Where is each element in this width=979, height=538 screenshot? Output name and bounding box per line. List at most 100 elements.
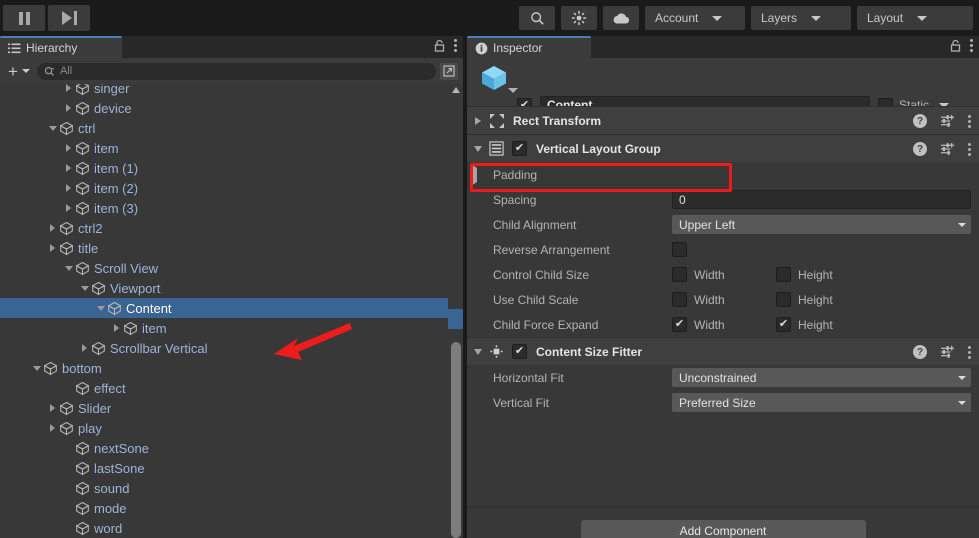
add-gameobject-button[interactable]: +: [5, 63, 33, 80]
account-dropdown[interactable]: Account: [645, 6, 745, 30]
control-child-size-height-toggle[interactable]: Height: [776, 267, 833, 282]
hierarchy-item-lastsone[interactable]: lastSone: [0, 458, 463, 478]
hierarchy-item-singer[interactable]: singer: [0, 84, 463, 98]
spacing-input[interactable]: 0: [672, 190, 971, 209]
component-enabled-checkbox[interactable]: [512, 344, 527, 359]
lock-icon[interactable]: [434, 39, 445, 52]
add-component-button[interactable]: Add Component: [580, 520, 866, 538]
child-force-expand-width-toggle[interactable]: Width: [672, 317, 776, 332]
hierarchy-item-nextsone[interactable]: nextSone: [0, 438, 463, 458]
reverse-arrangement-checkbox[interactable]: [672, 242, 687, 257]
help-icon[interactable]: ?: [913, 345, 927, 359]
lock-icon[interactable]: [950, 39, 961, 52]
tree-twisty[interactable]: [46, 125, 59, 131]
pause-button[interactable]: [3, 5, 45, 31]
tab-hierarchy[interactable]: Hierarchy: [0, 36, 122, 58]
tree-twisty[interactable]: [62, 84, 75, 92]
hierarchy-item-viewport[interactable]: Viewport: [0, 278, 463, 298]
component-foldout[interactable]: [467, 145, 489, 152]
hierarchy-item-slider[interactable]: Slider: [0, 398, 463, 418]
padding-foldout[interactable]: [471, 163, 477, 186]
hierarchy-scrollbar-thumb[interactable]: [451, 342, 461, 538]
help-icon[interactable]: ?: [913, 142, 927, 156]
hierarchy-item-ctrl[interactable]: ctrl: [0, 118, 463, 138]
services-button[interactable]: [561, 6, 597, 30]
tree-twisty[interactable]: [110, 324, 123, 332]
hierarchy-search-input[interactable]: All: [36, 62, 436, 80]
hierarchy-item-scroll-view[interactable]: Scroll View: [0, 258, 463, 278]
tree-twisty[interactable]: [62, 204, 75, 212]
hierarchy-menu-icon[interactable]: [454, 39, 457, 52]
hierarchy-item-scrollbar-vertical[interactable]: Scrollbar Vertical: [0, 338, 463, 358]
hierarchy-item-title[interactable]: title: [0, 238, 463, 258]
use-child-scale-width-checkbox[interactable]: [672, 292, 687, 307]
tree-twisty[interactable]: [62, 265, 75, 271]
gameobject-icon: [75, 84, 91, 96]
hierarchy-item-item-2[interactable]: item (2): [0, 178, 463, 198]
scene-picker-button[interactable]: [440, 62, 458, 80]
tree-twisty[interactable]: [94, 305, 107, 311]
tree-twisty[interactable]: [46, 404, 59, 412]
component-foldout[interactable]: [467, 348, 489, 355]
hierarchy-item-item-3[interactable]: item (3): [0, 198, 463, 218]
tree-twisty[interactable]: [62, 104, 75, 112]
gameobject-caret-icon[interactable]: [508, 88, 518, 93]
control-child-size-height-checkbox[interactable]: [776, 267, 791, 282]
tree-twisty[interactable]: [78, 285, 91, 291]
component-header-rect-transform[interactable]: Rect Transform?: [467, 106, 979, 134]
hierarchy-scrollbar[interactable]: [448, 84, 463, 538]
scroll-up-icon[interactable]: [452, 87, 460, 93]
layers-dropdown[interactable]: Layers: [751, 6, 851, 30]
tree-twisty[interactable]: [78, 344, 91, 352]
tree-twisty[interactable]: [30, 365, 43, 371]
horizontal-fit-dropdown[interactable]: Unconstrained: [672, 368, 971, 387]
tree-twisty[interactable]: [46, 424, 59, 432]
control-child-size-width-toggle[interactable]: Width: [672, 267, 776, 282]
hierarchy-item-content[interactable]: Content: [0, 298, 463, 318]
hierarchy-item-play[interactable]: play: [0, 418, 463, 438]
cloud-button[interactable]: [603, 6, 639, 30]
inspector-menu-icon[interactable]: [970, 39, 973, 52]
hierarchy-item-item-1[interactable]: item (1): [0, 158, 463, 178]
use-child-scale-width-toggle[interactable]: Width: [672, 292, 776, 307]
preset-icon[interactable]: [940, 345, 955, 359]
tree-twisty[interactable]: [62, 184, 75, 192]
component-header-vertical-layout-group[interactable]: Vertical Layout Group?: [467, 134, 979, 162]
hierarchy-item-ctrl2[interactable]: ctrl2: [0, 218, 463, 238]
component-foldout[interactable]: [467, 116, 489, 125]
component-menu-icon[interactable]: [968, 345, 971, 359]
help-icon[interactable]: ?: [913, 114, 927, 128]
hierarchy-tree[interactable]: singer device ctrl item item (1) item (2) item…: [0, 84, 463, 538]
child-force-expand-height-checkbox[interactable]: [776, 317, 791, 332]
tree-twisty[interactable]: [46, 224, 59, 232]
use-child-scale-height-checkbox[interactable]: [776, 292, 791, 307]
component-menu-icon[interactable]: [968, 142, 971, 156]
step-button[interactable]: [48, 5, 90, 31]
tree-twisty[interactable]: [62, 164, 75, 172]
preset-icon[interactable]: [940, 142, 955, 156]
child-force-expand-height-toggle[interactable]: Height: [776, 317, 833, 332]
tree-twisty[interactable]: [62, 144, 75, 152]
hierarchy-item-word[interactable]: word: [0, 518, 463, 538]
use-child-scale-height-toggle[interactable]: Height: [776, 292, 833, 307]
hierarchy-item-bottom[interactable]: bottom: [0, 358, 463, 378]
component-menu-icon[interactable]: [968, 114, 971, 128]
step-icon: [61, 11, 77, 25]
tab-inspector[interactable]: Inspector: [467, 36, 591, 58]
search-button[interactable]: [519, 6, 555, 30]
hierarchy-item-device[interactable]: device: [0, 98, 463, 118]
hierarchy-item-sound[interactable]: sound: [0, 478, 463, 498]
child-alignment-dropdown[interactable]: Upper Left: [672, 215, 971, 234]
hierarchy-item-item[interactable]: item: [0, 138, 463, 158]
hierarchy-item-item[interactable]: item: [0, 318, 463, 338]
control-child-size-width-checkbox[interactable]: [672, 267, 687, 282]
child-force-expand-width-checkbox[interactable]: [672, 317, 687, 332]
hierarchy-item-effect[interactable]: effect: [0, 378, 463, 398]
layout-dropdown[interactable]: Layout: [857, 6, 973, 30]
component-header-content-size-fitter[interactable]: Content Size Fitter?: [467, 337, 979, 365]
tree-twisty[interactable]: [46, 244, 59, 252]
preset-icon[interactable]: [940, 114, 955, 128]
component-enabled-checkbox[interactable]: [512, 141, 527, 156]
vertical-fit-dropdown[interactable]: Preferred Size: [672, 393, 971, 412]
hierarchy-item-mode[interactable]: mode: [0, 498, 463, 518]
